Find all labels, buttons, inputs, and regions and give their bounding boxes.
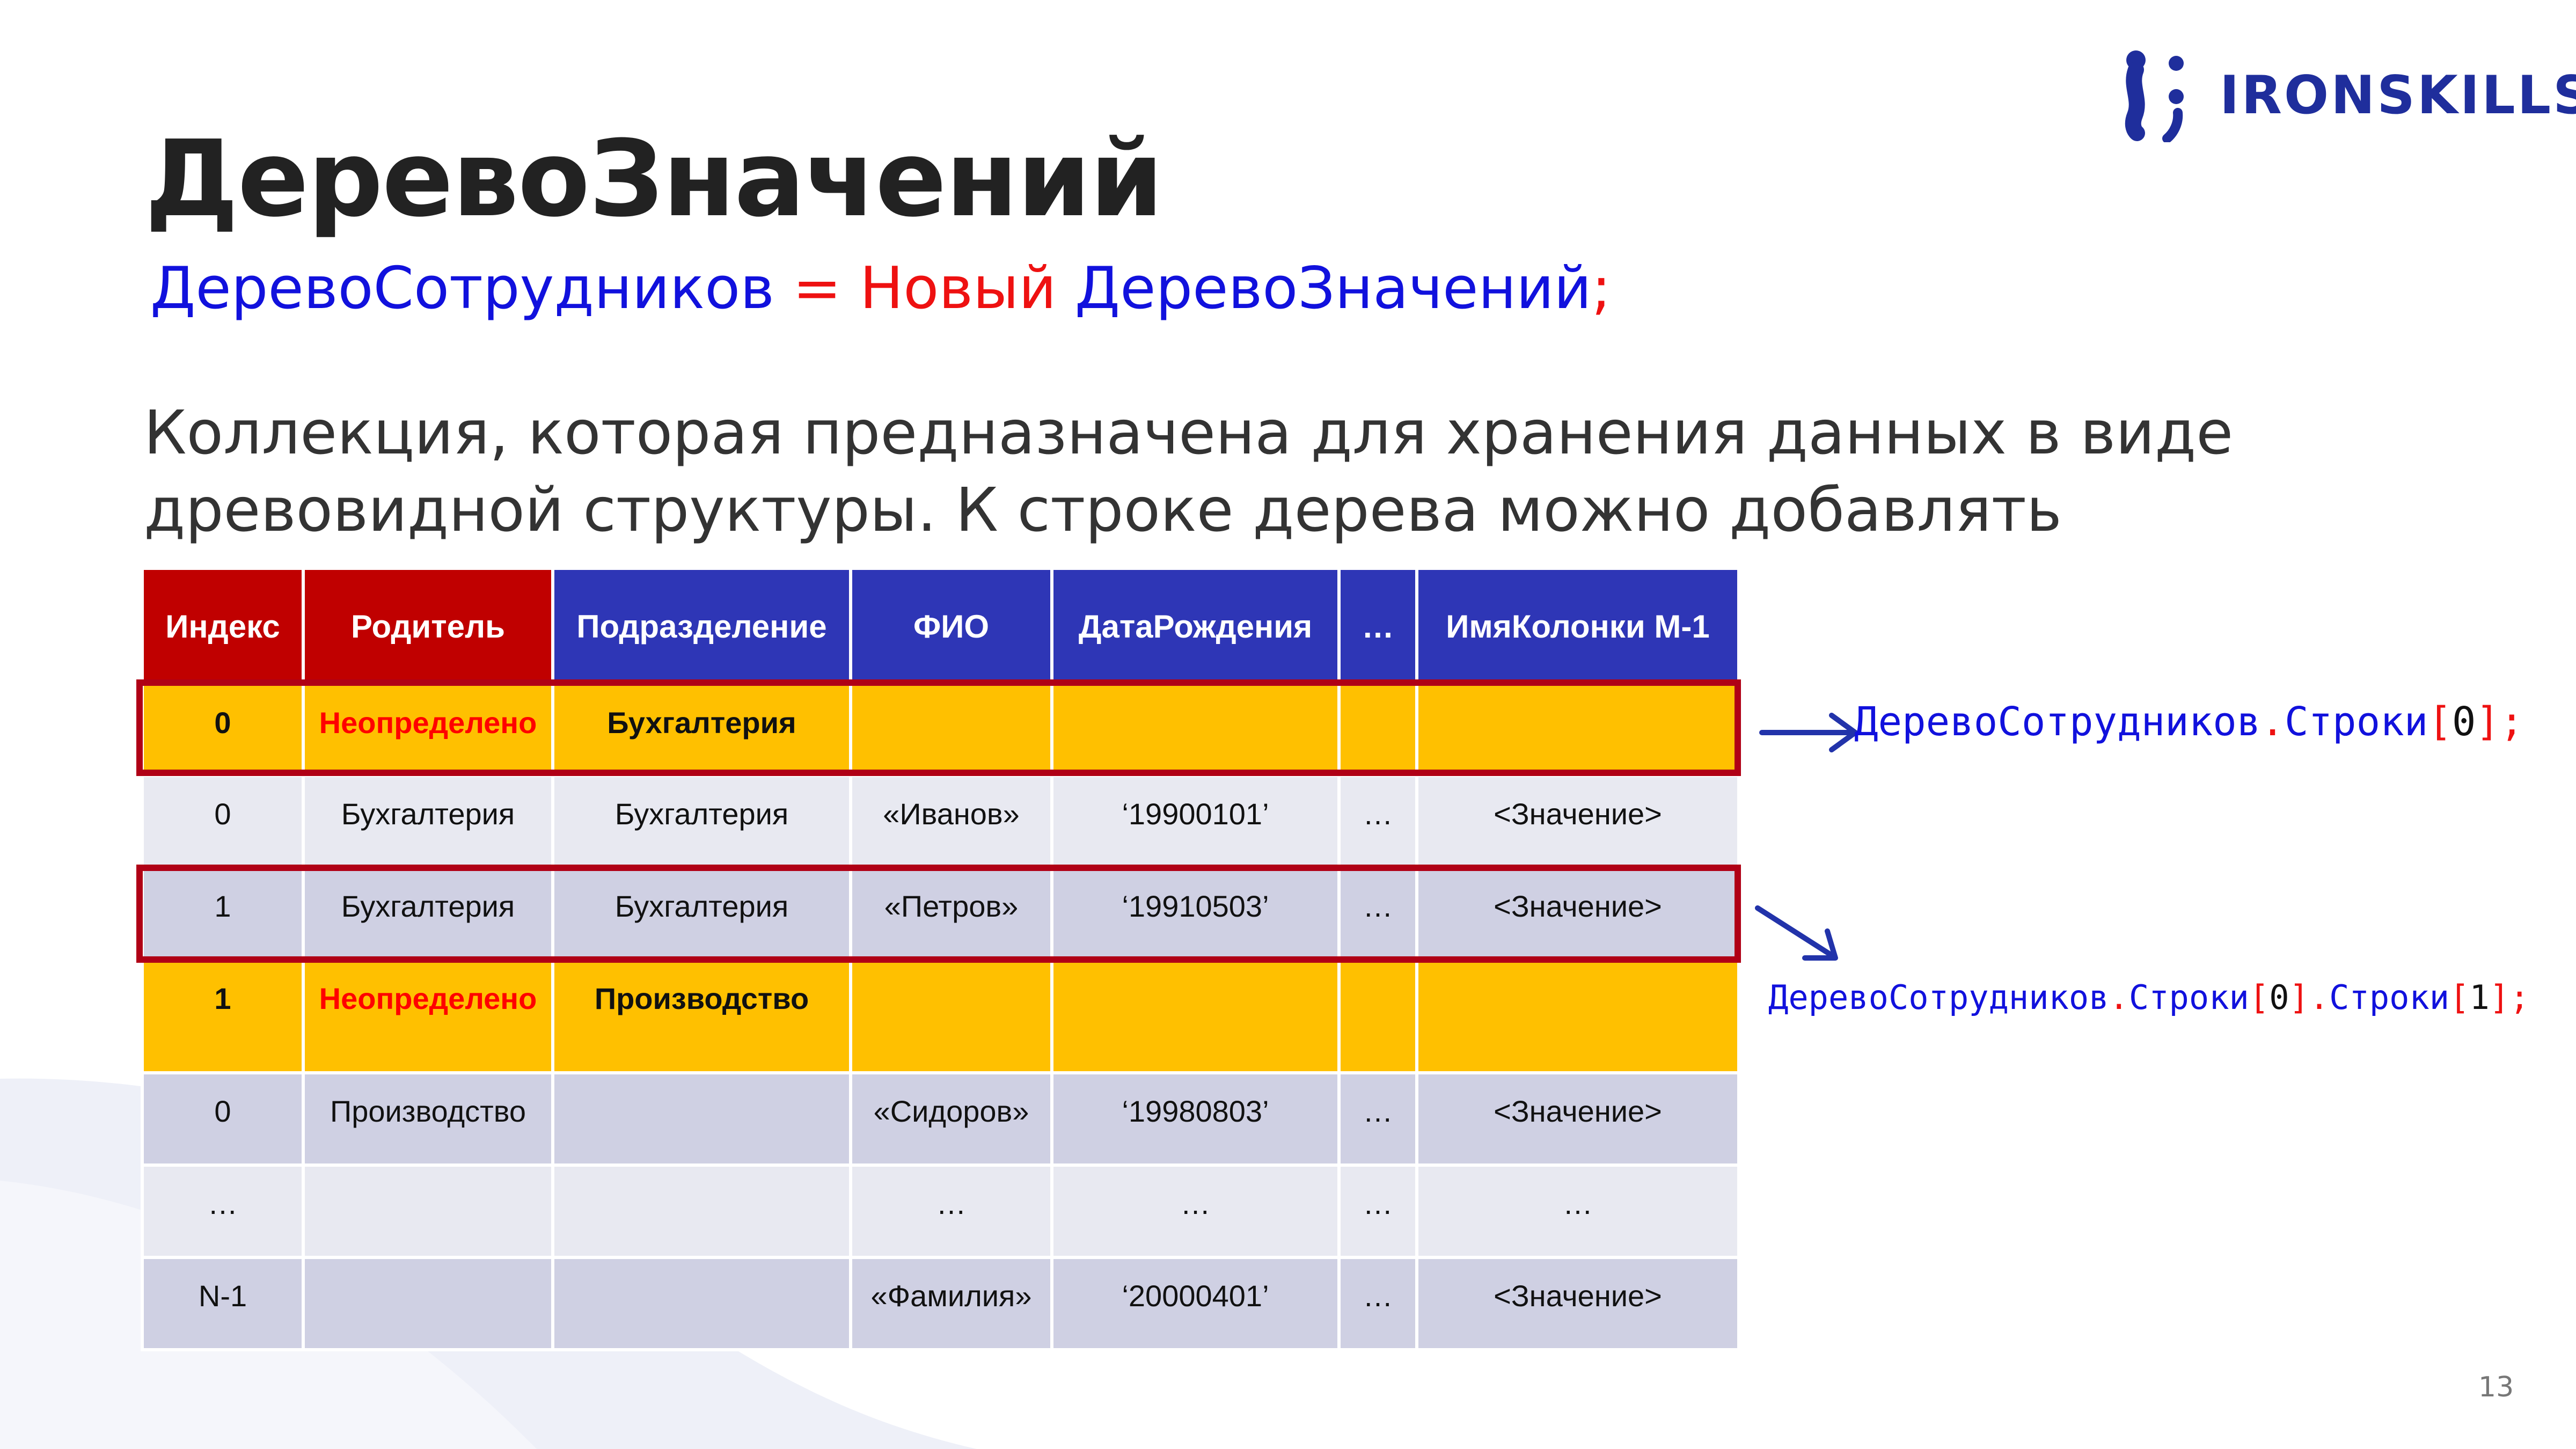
cell-index: … [141,1163,305,1259]
code-end: ; [1591,255,1612,322]
cell-parent [302,1256,554,1351]
table-row: N-1 «Фамилия» ‘20000401’ … <Значение> [141,1256,1740,1351]
table-row: … … … … … [141,1163,1740,1259]
cell-index: 1 [141,958,305,1074]
header-department: Подразделение [551,567,852,686]
ref1-rb: ] [2476,699,2500,745]
ref2-dot2: . [2309,978,2330,1017]
ref1-obj: ДеревоСотрудников [1854,699,2261,745]
table-header-row: Индекс Родитель Подразделение ФИО ДатаРо… [141,567,1740,686]
ref2-idx1: 0 [2269,978,2289,1017]
ref2-idx2: 1 [2469,978,2490,1017]
cell-birthdate: ‘20000401’ [1050,1256,1341,1351]
ref1-lb: [ [2428,699,2452,745]
highlight-root-row [136,679,1741,776]
ref2-obj: ДеревоСотрудников [1768,978,2109,1017]
code-op: = [793,255,841,322]
code-var: ДеревоСотрудников [150,255,774,322]
cell-birthdate [1050,958,1341,1074]
ref1-idx: 0 [2451,699,2476,745]
table-row: 0 Производство «Сидоров» ‘19980803’ … <З… [141,1071,1740,1167]
cell-ellipsis: … [1337,1071,1418,1167]
cell-birthdate: ‘19980803’ [1050,1071,1341,1167]
cell-birthdate: ‘19900101’ [1050,774,1341,869]
highlight-child-row [136,865,1741,963]
brand-name: IRONSKILLS [2220,64,2576,126]
cell-column-m1: <Значение> [1415,774,1740,869]
cell-parent [302,1163,554,1259]
cell-index: N-1 [141,1256,305,1351]
cell-parent: Производство [302,1071,554,1167]
cell-department: Бухгалтерия [551,774,852,869]
header-ellipsis: … [1337,567,1418,686]
ref2-rb2: ] [2489,978,2510,1017]
cell-fio: «Сидоров» [849,1071,1053,1167]
cell-ellipsis: … [1337,1256,1418,1351]
cell-column-m1: … [1415,1163,1740,1259]
cell-column-m1: <Значение> [1415,1071,1740,1167]
ironskills-logo: IRONSKILLS [2120,48,2576,142]
ref2-dot1: . [2109,978,2129,1017]
ref2-prop1: Строки [2128,978,2249,1017]
cell-department: Производство [551,958,852,1074]
cell-fio: «Фамилия» [849,1256,1053,1351]
ref2-lb2: [ [2449,978,2470,1017]
cell-department [551,1256,852,1351]
header-index: Индекс [141,567,305,686]
ref-child-row: ДеревоСотрудников.Строки[0].Строки[1]; [1768,978,2529,1017]
ref-root-row: ДеревоСотрудников.Строки[0]; [1854,699,2524,745]
cell-department [551,1163,852,1259]
cell-fio [849,958,1053,1074]
cell-fio: «Иванов» [849,774,1053,869]
header-column-m1: ИмяКолонки М-1 [1415,567,1740,686]
cell-ellipsis: … [1337,774,1418,869]
ref2-prop2: Строки [2329,978,2450,1017]
cell-parent: Неопределено [302,958,554,1074]
cell-column-m1: <Значение> [1415,1256,1740,1351]
cell-department [551,1071,852,1167]
header-parent: Родитель [302,567,554,686]
table-row: 1 Неопределено Производство [141,958,1740,1074]
ref1-prop: Строки [2284,699,2428,745]
cell-parent: Бухгалтерия [302,774,554,869]
code-declaration: ДеревоСотрудников = Новый ДеревоЗначений… [150,255,1611,322]
ref1-end: ; [2499,699,2524,745]
ref2-end: ; [2509,978,2530,1017]
cell-ellipsis: … [1337,1163,1418,1259]
cell-index: 0 [141,1071,305,1167]
table-row: 0 Бухгалтерия Бухгалтерия «Иванов» ‘1990… [141,774,1740,869]
ref1-dot: . [2260,699,2285,745]
header-fio: ФИО [849,567,1053,686]
header-birthdate: ДатаРождения [1050,567,1341,686]
cell-ellipsis [1337,958,1418,1074]
arrow-down-right-icon [1755,905,1838,961]
code-type: ДеревоЗначений [1074,255,1592,322]
cell-column-m1 [1415,958,1740,1074]
description-text: Коллекция, которая предназначена для хра… [144,398,2234,545]
page-number: 13 [2478,1371,2514,1403]
cell-index: 0 [141,774,305,869]
ref2-rb1: ] [2289,978,2309,1017]
ironskills-logo-icon [2125,50,2184,142]
code-keyword: Новый [860,255,1057,322]
ref2-lb1: [ [2249,978,2270,1017]
slide-title: ДеревоЗначений [145,118,1163,240]
arrow-right-icon [1759,713,1858,752]
cell-birthdate: … [1050,1163,1341,1259]
cell-fio: … [849,1163,1053,1259]
